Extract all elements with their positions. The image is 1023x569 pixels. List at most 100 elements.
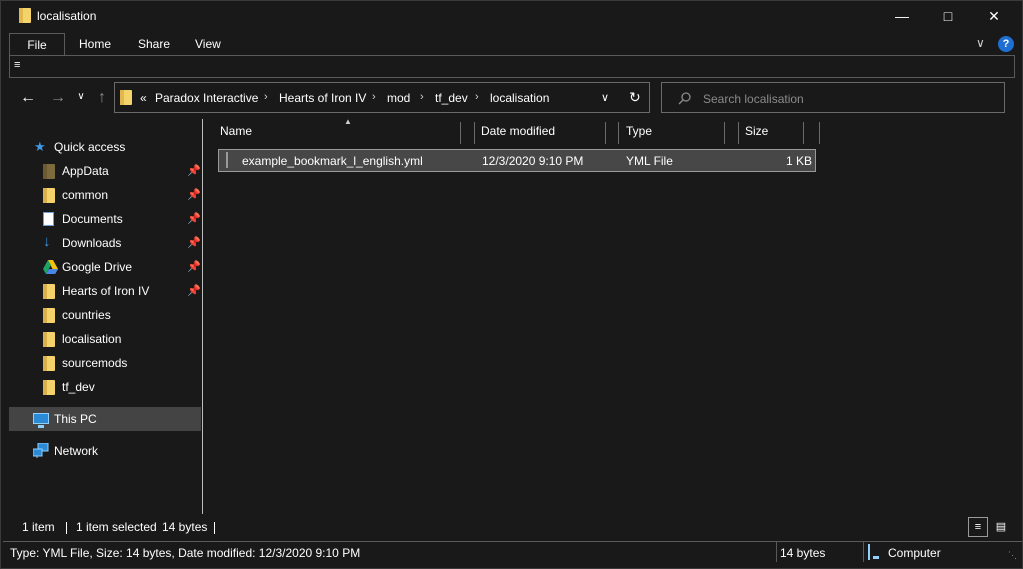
nav-label: Quick access [54, 140, 126, 154]
folder-icon [43, 332, 55, 347]
pin-icon[interactable]: 📌 [187, 164, 201, 177]
search-input[interactable]: Search localisation [703, 92, 804, 106]
nav-this-pc[interactable]: This PC [9, 407, 201, 431]
status-divider [66, 522, 67, 534]
nav-item-documents[interactable]: Documents 📌 [9, 207, 201, 231]
file-row[interactable]: example_bookmark_l_english.yml 12/3/2020… [218, 149, 816, 172]
breadcrumb-separator-icon[interactable]: › [420, 91, 424, 103]
details-location: Computer [888, 546, 941, 560]
folder-icon [43, 164, 55, 179]
column-divider[interactable] [803, 122, 804, 144]
title-bar: localisation — □ ✕ [1, 1, 1022, 31]
ribbon-collapse-icon[interactable]: ∨ [976, 36, 985, 50]
breadcrumb-separator-icon[interactable]: › [372, 91, 376, 103]
help-icon[interactable]: ? [998, 36, 1014, 52]
forward-arrow-icon[interactable]: → [48, 89, 68, 107]
pin-icon[interactable]: 📌 [187, 212, 201, 225]
nav-item-countries[interactable]: countries [9, 303, 201, 327]
nav-item-google-drive[interactable]: Google Drive 📌 [9, 255, 201, 279]
address-dropdown-chevron-icon[interactable]: ∨ [601, 91, 609, 104]
ribbon-panel: ≡ [9, 55, 1015, 78]
pin-icon[interactable]: 📌 [187, 284, 201, 297]
nav-item-hearts-of-iron-iv[interactable]: Hearts of Iron IV 📌 [9, 279, 201, 303]
breadcrumb-mod[interactable]: mod [387, 91, 410, 105]
breadcrumb-separator-icon[interactable]: › [264, 91, 268, 103]
nav-network[interactable]: Network [9, 439, 201, 463]
window-title: localisation [37, 9, 97, 23]
quick-access-toolbar-icon[interactable]: ≡ [14, 59, 20, 71]
maximize-button[interactable]: □ [925, 1, 971, 31]
details-size: 14 bytes [780, 546, 826, 560]
nav-label: Hearts of Iron IV [62, 284, 150, 298]
folder-icon [43, 284, 55, 299]
nav-item-downloads[interactable]: ↓ Downloads 📌 [9, 231, 201, 255]
breadcrumb-separator-icon[interactable]: › [475, 91, 479, 103]
pin-icon[interactable]: 📌 [187, 236, 201, 249]
breadcrumb-localisation[interactable]: localisation [490, 91, 549, 105]
folder-icon [43, 380, 55, 395]
search-box[interactable]: Search localisation [661, 82, 1005, 113]
status-bytes: 14 bytes [162, 520, 208, 534]
breadcrumb-overflow[interactable]: « [140, 91, 147, 105]
recent-locations-chevron-icon[interactable]: ∨ [71, 91, 91, 102]
tab-home[interactable]: Home [67, 33, 123, 55]
nav-label: Network [54, 444, 99, 458]
nav-label: sourcemods [62, 356, 128, 370]
status-divider [214, 522, 215, 534]
nav-label: Downloads [62, 236, 122, 250]
refresh-icon[interactable]: ↻ [629, 89, 641, 106]
breadcrumb-tf-dev[interactable]: tf_dev [435, 91, 468, 105]
large-icons-view-icon[interactable]: ▤ [991, 517, 1011, 537]
tab-share[interactable]: Share [126, 33, 182, 55]
folder-icon [43, 308, 55, 323]
column-divider[interactable] [460, 122, 461, 144]
nav-label: This PC [54, 412, 97, 426]
pin-icon[interactable]: 📌 [187, 260, 201, 273]
tab-file[interactable]: File [9, 33, 65, 55]
resize-grip-icon[interactable]: ⋱ [1008, 550, 1017, 561]
pane-divider[interactable] [202, 119, 203, 514]
column-header-name[interactable]: Name [212, 119, 461, 144]
breadcrumb-hearts-of-iron-iv[interactable]: Hearts of Iron IV [279, 91, 366, 105]
folder-icon [120, 90, 132, 105]
network-icon [33, 443, 49, 458]
file-icon [226, 152, 228, 168]
nav-label: Google Drive [62, 260, 133, 274]
column-divider[interactable] [819, 122, 820, 144]
address-bar[interactable]: « Paradox Interactive › Hearts of Iron I… [114, 82, 650, 113]
nav-quick-access[interactable]: ★ Quick access [9, 135, 201, 159]
column-header-date-modified[interactable]: Date modified [473, 119, 605, 144]
details-divider [776, 542, 777, 562]
nav-item-tf-dev[interactable]: tf_dev [9, 375, 201, 399]
file-size: 1 KB [785, 154, 812, 168]
breadcrumb-paradox-interactive[interactable]: Paradox Interactive [155, 91, 258, 105]
up-arrow-icon[interactable]: ↑ [92, 89, 112, 107]
column-divider[interactable] [605, 122, 606, 144]
tab-view[interactable]: View [183, 33, 233, 55]
minimize-button[interactable]: — [879, 1, 925, 31]
nav-item-common[interactable]: common 📌 [9, 183, 201, 207]
nav-item-appdata[interactable]: AppData 📌 [9, 159, 201, 183]
pin-icon[interactable]: 📌 [187, 188, 201, 201]
download-arrow-icon: ↓ [43, 233, 51, 250]
status-item-count: 1 item [22, 520, 55, 534]
nav-item-localisation[interactable]: localisation [9, 327, 201, 351]
nav-label: localisation [62, 332, 122, 346]
nav-item-sourcemods[interactable]: sourcemods [9, 351, 201, 375]
column-divider[interactable] [724, 122, 725, 144]
nav-label: common [62, 188, 109, 202]
nav-label: AppData [62, 164, 109, 178]
details-divider [863, 542, 864, 562]
star-icon: ★ [34, 139, 46, 154]
folder-icon [43, 356, 55, 371]
details-info: Type: YML File, Size: 14 bytes, Date mod… [10, 546, 361, 560]
file-name: example_bookmark_l_english.yml [242, 154, 423, 168]
column-header-type[interactable]: Type [618, 119, 724, 144]
back-arrow-icon[interactable]: ← [18, 89, 38, 107]
column-header-size[interactable]: Size [737, 119, 803, 144]
file-type: YML File [626, 154, 673, 168]
document-icon [43, 212, 54, 226]
close-button[interactable]: ✕ [971, 1, 1017, 31]
details-view-icon[interactable]: ≡ [968, 517, 988, 537]
folder-icon [43, 188, 55, 203]
